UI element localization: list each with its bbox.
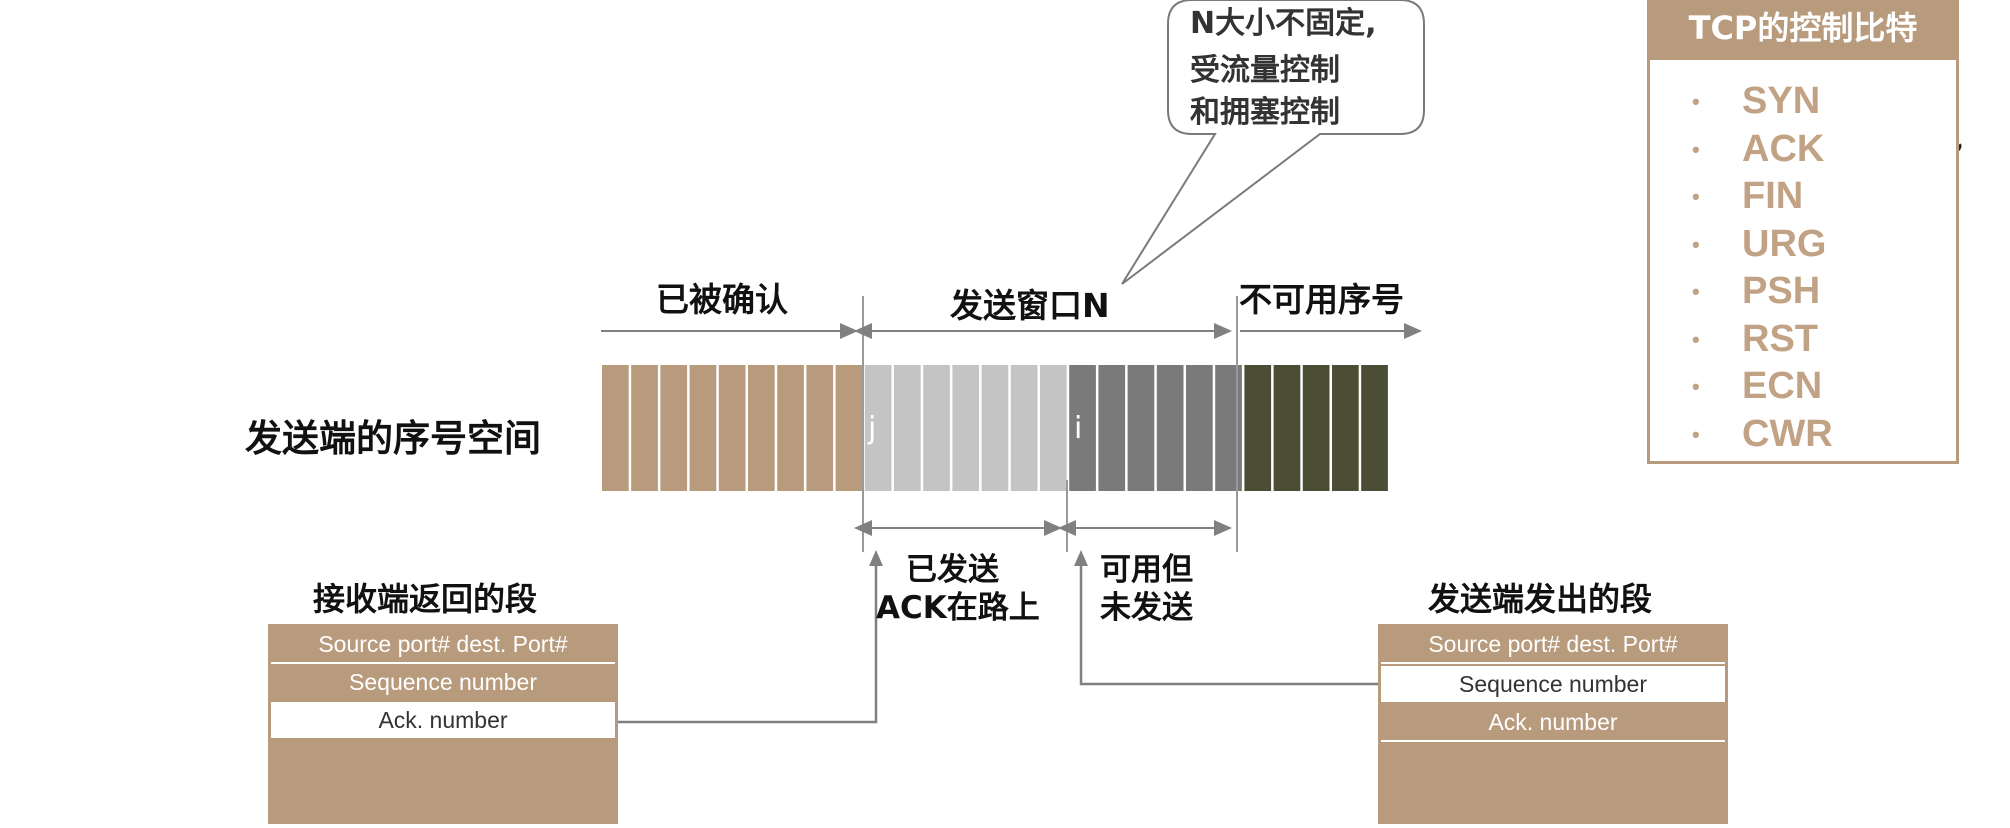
label-unusable: 不可用序号 bbox=[1239, 280, 1404, 319]
sender-row-ports: Source port# dest. Port# bbox=[1381, 626, 1725, 664]
cell-unusable bbox=[1302, 365, 1330, 491]
tcp-flags-title: TCP的控制比特 bbox=[1650, 3, 1956, 60]
sender-segment-box: Source port# dest. Port# Sequence number… bbox=[1378, 624, 1728, 824]
cell-unusable bbox=[1332, 365, 1359, 491]
cell-acked bbox=[748, 365, 775, 491]
cell-usable-unsent bbox=[1098, 365, 1126, 491]
cell-acked bbox=[718, 365, 746, 491]
cell-acked bbox=[631, 365, 658, 491]
bullet-icon: • bbox=[1692, 231, 1700, 257]
flag-label: RST bbox=[1742, 317, 1818, 360]
cell-acked bbox=[806, 365, 834, 491]
connector-seq-arrowhead bbox=[1074, 550, 1088, 566]
label-sent-ack-line1: 已发送 bbox=[906, 552, 999, 588]
cell-unusable bbox=[1361, 365, 1388, 491]
bullet-icon: • bbox=[1692, 326, 1700, 352]
callout-line-3: 和拥塞控制 bbox=[1190, 95, 1340, 130]
bullet-icon: • bbox=[1692, 279, 1700, 304]
receiver-row-seq: Sequence number bbox=[349, 669, 537, 695]
marker-i: i bbox=[1074, 411, 1083, 446]
tcp-flags-panel: TCP的控制比特 • SYN • ACK • FIN • URG • PSH • RST •… bbox=[1647, 0, 1959, 464]
bullet-icon: • bbox=[1692, 374, 1700, 399]
cell-acked bbox=[777, 365, 804, 491]
cell-acked bbox=[602, 365, 629, 491]
cell-usable-unsent bbox=[1186, 365, 1213, 491]
label-sequence-space: 发送端的序号空间 bbox=[245, 417, 541, 460]
flag-label: SYN bbox=[1742, 80, 1821, 122]
flag-item: • PSH bbox=[1650, 268, 1956, 316]
receiver-segment-title: 接收端返回的段 bbox=[313, 580, 538, 618]
label-usable-line1: 可用但 bbox=[1100, 552, 1193, 588]
cell-usable-unsent bbox=[1156, 365, 1184, 491]
cell-sent-unacked bbox=[894, 365, 921, 491]
cell-unusable bbox=[1273, 365, 1301, 491]
flag-label: PSH bbox=[1742, 270, 1821, 312]
bullet-icon: • bbox=[1692, 421, 1700, 447]
receiver-row-ack: Ack. number bbox=[271, 702, 615, 738]
sender-row-seq: Sequence number bbox=[1381, 666, 1725, 702]
receiver-row-ports: Source port# dest. Port# bbox=[271, 626, 615, 664]
bullet-icon: • bbox=[1692, 136, 1700, 162]
cell-sent-unacked bbox=[952, 365, 980, 491]
sequence-space-cells bbox=[602, 365, 1388, 491]
receiver-segment-box: Source port# dest. Port# Sequence number… bbox=[268, 624, 618, 824]
marker-j: j bbox=[868, 411, 877, 446]
connector-ack-arrowhead bbox=[869, 550, 883, 566]
connector-ack-to-j bbox=[618, 560, 878, 724]
cell-acked bbox=[835, 365, 863, 491]
cell-sent-unacked bbox=[1040, 365, 1067, 491]
sender-row-ack: Ack. number bbox=[1381, 704, 1725, 742]
cell-sent-unacked bbox=[923, 365, 950, 491]
flag-label: FIN bbox=[1742, 175, 1804, 217]
flag-item: • ECN bbox=[1650, 363, 1956, 411]
cell-sent-unacked bbox=[1010, 365, 1038, 491]
label-window: 发送窗口N bbox=[950, 286, 1110, 325]
flag-label: CWR bbox=[1742, 412, 1833, 455]
cell-usable-unsent bbox=[1127, 365, 1155, 491]
label-usable-line2: 未发送 bbox=[1100, 590, 1193, 626]
tcp-window-diagram: N大小不固定, 受流量控制 和拥塞控制 已被确认 发送窗口N 不可用序号 发送端… bbox=[0, 0, 2010, 824]
callout-bubble bbox=[1121, 0, 1425, 285]
flag-item: • ACK bbox=[1650, 126, 1956, 174]
cell-sent-unacked bbox=[981, 365, 1009, 491]
callout-line-1: N大小不固定, bbox=[1190, 6, 1377, 41]
flag-label: URG bbox=[1742, 222, 1827, 265]
flag-item: • FIN bbox=[1650, 173, 1956, 221]
flag-item: • RST bbox=[1650, 316, 1956, 364]
cell-acked bbox=[689, 365, 717, 491]
label-sent-ack-line2: ACK在路上 bbox=[876, 590, 1040, 626]
flag-label: ACK bbox=[1742, 127, 1825, 170]
flag-item: • URG bbox=[1650, 221, 1956, 269]
callout-line-2: 受流量控制 bbox=[1190, 53, 1340, 88]
bullet-icon: • bbox=[1692, 184, 1700, 209]
flag-label: ECN bbox=[1742, 365, 1823, 407]
sender-segment-title: 发送端发出的段 bbox=[1428, 580, 1653, 618]
tcp-flags-list: • SYN • ACK • FIN • URG • PSH • RST • ECN • CWR bbox=[1650, 60, 1956, 458]
flag-item: • SYN bbox=[1650, 78, 1956, 126]
flag-item: • CWR bbox=[1650, 411, 1956, 459]
cell-unusable bbox=[1244, 365, 1272, 491]
label-confirmed: 已被确认 bbox=[656, 280, 788, 319]
bullet-icon: • bbox=[1692, 89, 1700, 114]
cell-acked bbox=[660, 365, 688, 491]
